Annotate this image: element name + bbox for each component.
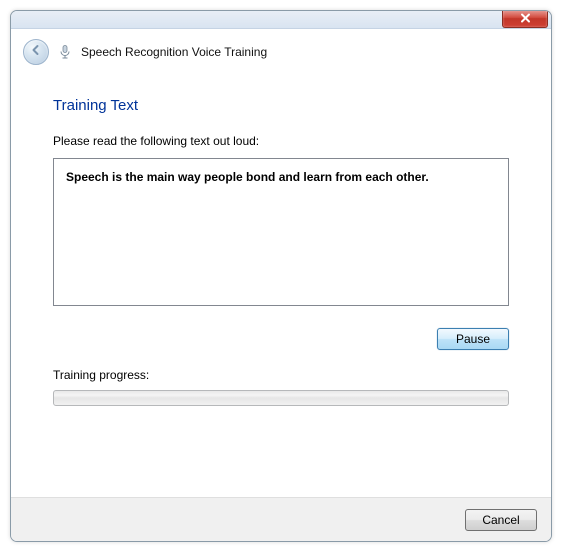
progress-label: Training progress: [53, 368, 509, 382]
back-arrow-icon [30, 43, 42, 61]
page-title: Speech Recognition Voice Training [81, 45, 267, 59]
header-row: Speech Recognition Voice Training [11, 29, 551, 73]
pause-row: Pause [53, 328, 509, 350]
titlebar [11, 11, 551, 29]
close-button[interactable] [502, 10, 548, 28]
microphone-icon [57, 44, 73, 60]
cancel-button[interactable]: Cancel [465, 509, 537, 531]
close-icon [520, 10, 531, 28]
dialog-footer: Cancel [11, 497, 551, 541]
back-button[interactable] [23, 39, 49, 65]
content-area: Training Text Please read the following … [11, 73, 551, 406]
dialog-window: Speech Recognition Voice Training Traini… [10, 10, 552, 542]
training-text: Speech is the main way people bond and l… [66, 170, 429, 184]
instruction-text: Please read the following text out loud: [53, 134, 509, 148]
training-text-box: Speech is the main way people bond and l… [53, 158, 509, 306]
pause-button[interactable]: Pause [437, 328, 509, 350]
section-title: Training Text [53, 97, 509, 114]
progress-bar [53, 390, 509, 406]
